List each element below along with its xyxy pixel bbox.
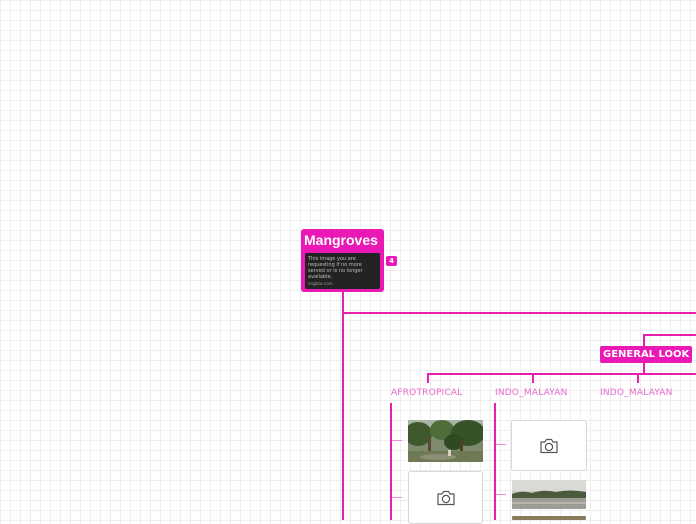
branch-topic-general-look[interactable]: GENERAL LOOK [600,346,693,363]
mangrove-shore-photo-graphic [512,480,586,509]
connector-indo-list [494,403,496,520]
tick-afro-1 [392,440,402,441]
image-placeholder-card[interactable] [408,471,483,524]
image-placeholder-card[interactable] [511,420,587,471]
connector-sub-2 [532,373,534,383]
subtopic-afrotropical[interactable]: AFROTROPICAL [391,388,462,398]
camera-icon [540,438,558,453]
connector-branch-down [643,363,645,373]
image-host-logo: imgbox.com [308,281,333,286]
forest-photo[interactable] [408,420,483,462]
camera-icon [436,490,455,505]
connector-sub-1 [427,373,429,383]
connector-branch-top [643,334,696,336]
root-topic-title: Mangroves [304,232,378,248]
connector-afro-list [390,403,392,520]
tick-indo-2 [496,494,506,495]
subtopic-indo-malayan-2[interactable]: INDO_MALAYAN [600,388,673,398]
child-count-badge[interactable]: 4 [386,256,397,266]
connector-subtopics-bar [427,373,696,375]
forest-photo-graphic [408,420,483,462]
connector-root-right [342,312,696,314]
connector-root-down [342,292,344,520]
next-photo-edge [512,516,586,520]
mangrove-shore-photo[interactable] [512,480,586,509]
connector-sub-3 [637,373,639,383]
tick-afro-2 [392,497,402,498]
tick-indo-1 [496,444,506,445]
image-unavailable-caption: This image you are requesting if no more… [308,256,363,280]
subtopic-indo-malayan-1[interactable]: INDO_MALAYAN [495,388,568,398]
root-topic-image[interactable]: This image you are requesting if no more… [305,253,380,289]
